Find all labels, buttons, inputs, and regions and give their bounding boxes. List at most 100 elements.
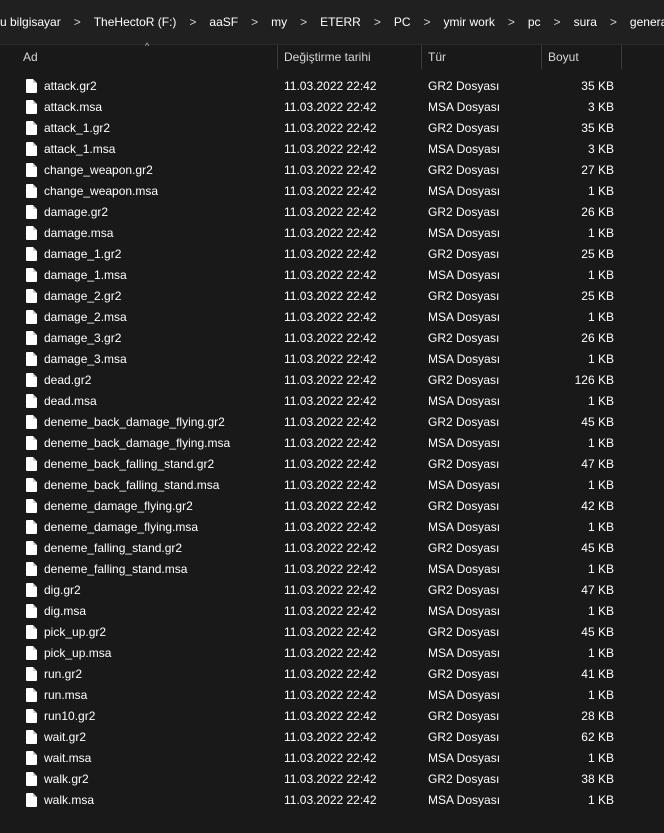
file-row[interactable]: wait.msa 11.03.2022 22:42 MSA Dosyası 1 KB — [0, 748, 664, 769]
chevron-right-icon[interactable]: > — [545, 15, 570, 29]
file-row[interactable]: attack_1.msa 11.03.2022 22:42 MSA Dosyası 3… — [0, 139, 664, 160]
chevron-right-icon[interactable]: > — [180, 15, 205, 29]
file-name: walk.gr2 — [44, 772, 89, 786]
file-row[interactable]: dig.gr2 11.03.2022 22:42 GR2 Dosyası 47 KB — [0, 580, 664, 601]
file-name: deneme_back_damage_flying.gr2 — [44, 415, 225, 429]
file-modified-date: 11.03.2022 22:42 — [284, 310, 377, 324]
file-row[interactable]: walk.msa 11.03.2022 22:42 MSA Dosyası 1 KB — [0, 790, 664, 811]
column-header-type[interactable]: Tür — [422, 45, 541, 69]
chevron-right-icon[interactable]: > — [415, 15, 440, 29]
chevron-right-icon[interactable]: > — [499, 15, 524, 29]
file-row[interactable]: run.msa 11.03.2022 22:42 MSA Dosyası 1 KB — [0, 685, 664, 706]
file-icon — [26, 205, 37, 219]
file-row[interactable]: dig.msa 11.03.2022 22:42 MSA Dosyası 1 KB — [0, 601, 664, 622]
file-type: MSA Dosyası — [428, 268, 501, 282]
file-modified-date: 11.03.2022 22:42 — [284, 541, 377, 555]
column-header-date[interactable]: Değiştirme tarihi — [278, 45, 421, 69]
file-modified-date: 11.03.2022 22:42 — [284, 394, 377, 408]
file-row[interactable]: deneme_damage_flying.gr2 11.03.2022 22:42… — [0, 496, 664, 517]
file-row[interactable]: deneme_falling_stand.gr2 11.03.2022 22:42… — [0, 538, 664, 559]
file-row[interactable]: damage_3.gr2 11.03.2022 22:42 GR2 Dosyası 2… — [0, 328, 664, 349]
file-type: GR2 Dosyası — [428, 457, 500, 471]
file-row[interactable]: dead.msa 11.03.2022 22:42 MSA Dosyası 1 KB — [0, 391, 664, 412]
file-modified-date: 11.03.2022 22:42 — [284, 100, 377, 114]
chevron-right-icon[interactable]: > — [601, 15, 626, 29]
file-name: wait.gr2 — [44, 730, 87, 744]
file-type: GR2 Dosyası — [428, 289, 500, 303]
breadcrumb-item[interactable]: pc — [524, 15, 545, 29]
breadcrumb-item[interactable]: TheHectoR (F:) — [90, 15, 181, 29]
file-modified-date: 11.03.2022 22:42 — [284, 667, 377, 681]
file-size: 38 KB — [581, 772, 614, 786]
file-icon — [26, 121, 37, 135]
breadcrumb-item[interactable]: general — [626, 15, 664, 29]
chevron-right-icon[interactable]: > — [242, 15, 267, 29]
file-row[interactable]: damage.msa 11.03.2022 22:42 MSA Dosyası 1 K… — [0, 223, 664, 244]
file-row[interactable]: deneme_back_falling_stand.gr2 11.03.2022 … — [0, 454, 664, 475]
file-size: 62 KB — [581, 730, 614, 744]
chevron-right-icon[interactable]: > — [65, 15, 90, 29]
file-row[interactable]: dead.gr2 11.03.2022 22:42 GR2 Dosyası 126 K… — [0, 370, 664, 391]
breadcrumb-item[interactable]: my — [267, 15, 291, 29]
file-size: 1 KB — [587, 751, 614, 765]
file-name: change_weapon.gr2 — [44, 163, 153, 177]
file-icon — [26, 499, 37, 513]
file-icon — [26, 352, 37, 366]
file-row[interactable]: damage.gr2 11.03.2022 22:42 GR2 Dosyası 26 … — [0, 202, 664, 223]
column-header-size[interactable]: Boyut — [542, 45, 621, 69]
file-row[interactable]: run10.gr2 11.03.2022 22:42 GR2 Dosyası 28 K… — [0, 706, 664, 727]
file-row[interactable]: deneme_falling_stand.msa 11.03.2022 22:42… — [0, 559, 664, 580]
file-modified-date: 11.03.2022 22:42 — [284, 646, 377, 660]
file-size: 1 KB — [587, 604, 614, 618]
file-name: damage_3.gr2 — [44, 331, 122, 345]
file-row[interactable]: damage_1.msa 11.03.2022 22:42 MSA Dosyası 1… — [0, 265, 664, 286]
file-name: damage_2.msa — [44, 310, 127, 324]
file-name: dig.msa — [44, 604, 87, 618]
file-icon — [26, 415, 37, 429]
breadcrumb-item[interactable]: ymir work — [440, 15, 499, 29]
file-name: attack_1.msa — [44, 142, 116, 156]
file-icon — [26, 583, 37, 597]
file-modified-date: 11.03.2022 22:42 — [284, 604, 377, 618]
column-divider[interactable] — [621, 45, 622, 69]
file-row[interactable]: walk.gr2 11.03.2022 22:42 GR2 Dosyası 38 KB — [0, 769, 664, 790]
file-type: MSA Dosyası — [428, 751, 501, 765]
file-size: 45 KB — [581, 625, 614, 639]
file-row[interactable]: deneme_back_damage_flying.msa 11.03.2022 … — [0, 433, 664, 454]
chevron-right-icon[interactable]: > — [365, 15, 390, 29]
breadcrumb-item[interactable]: PC — [390, 15, 415, 29]
file-row[interactable]: attack.msa 11.03.2022 22:42 MSA Dosyası 3 K… — [0, 97, 664, 118]
breadcrumb-item[interactable]: ETERR — [316, 15, 365, 29]
file-row[interactable]: change_weapon.gr2 11.03.2022 22:42 GR2 Dos… — [0, 160, 664, 181]
file-size: 3 KB — [587, 142, 614, 156]
file-row[interactable]: damage_1.gr2 11.03.2022 22:42 GR2 Dosyası 2… — [0, 244, 664, 265]
file-row[interactable]: change_weapon.msa 11.03.2022 22:42 MSA Dos… — [0, 181, 664, 202]
file-row[interactable]: pick_up.msa 11.03.2022 22:42 MSA Dosyası 1 … — [0, 643, 664, 664]
file-row[interactable]: wait.gr2 11.03.2022 22:42 GR2 Dosyası 62 KB — [0, 727, 664, 748]
file-row[interactable]: attack.gr2 11.03.2022 22:42 GR2 Dosyası 35 … — [0, 76, 664, 97]
file-row[interactable]: deneme_damage_flying.msa 11.03.2022 22:42… — [0, 517, 664, 538]
file-size: 35 KB — [581, 79, 614, 93]
file-size: 1 KB — [587, 793, 614, 807]
file-size: 25 KB — [581, 289, 614, 303]
file-icon — [26, 541, 37, 555]
file-type: MSA Dosyası — [428, 352, 501, 366]
file-icon — [26, 751, 37, 765]
file-row[interactable]: damage_2.msa 11.03.2022 22:42 MSA Dosyası 1… — [0, 307, 664, 328]
file-icon — [26, 667, 37, 681]
file-row[interactable]: pick_up.gr2 11.03.2022 22:42 GR2 Dosyası 45… — [0, 622, 664, 643]
file-modified-date: 11.03.2022 22:42 — [284, 751, 377, 765]
column-header-date-label: Değiştirme tarihi — [284, 50, 371, 64]
file-row[interactable]: attack_1.gr2 11.03.2022 22:42 GR2 Dosyası 3… — [0, 118, 664, 139]
file-row[interactable]: run.gr2 11.03.2022 22:42 GR2 Dosyası 41 KB — [0, 664, 664, 685]
chevron-right-icon[interactable]: > — [291, 15, 316, 29]
breadcrumb-item[interactable]: u bilgisayar — [0, 15, 65, 29]
file-row[interactable]: damage_2.gr2 11.03.2022 22:42 GR2 Dosyası 2… — [0, 286, 664, 307]
file-icon — [26, 646, 37, 660]
file-row[interactable]: damage_3.msa 11.03.2022 22:42 MSA Dosyası 1… — [0, 349, 664, 370]
file-row[interactable]: deneme_back_damage_flying.gr2 11.03.2022 … — [0, 412, 664, 433]
file-row[interactable]: deneme_back_falling_stand.msa 11.03.2022 … — [0, 475, 664, 496]
file-type: GR2 Dosyası — [428, 625, 500, 639]
breadcrumb-item[interactable]: sura — [570, 15, 601, 29]
breadcrumb-item[interactable]: aaSF — [205, 15, 242, 29]
